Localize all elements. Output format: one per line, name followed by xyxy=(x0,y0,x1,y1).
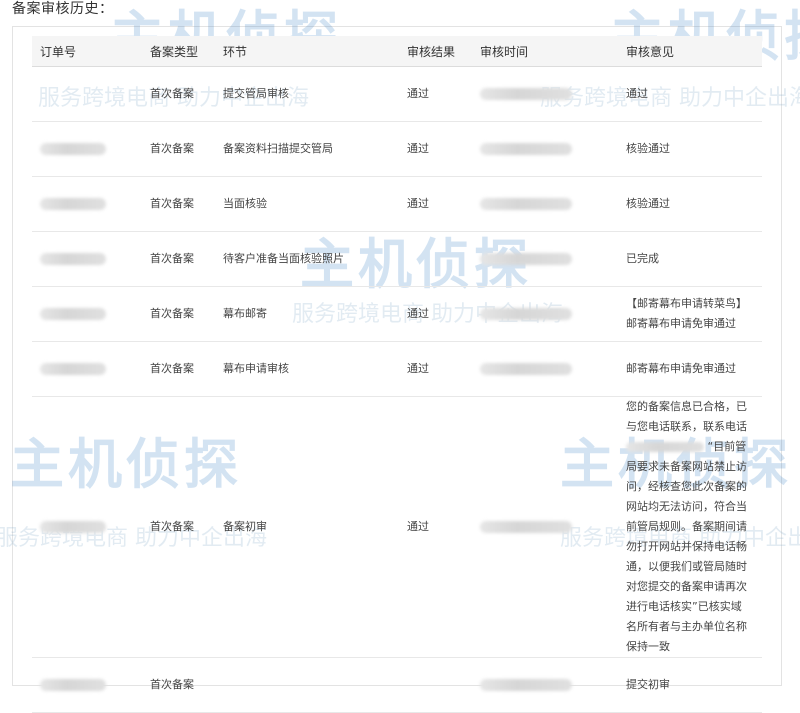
order-cell xyxy=(32,657,142,713)
table-row: 首次备案 备案初审 通过 您的备案信息已合格，已与您电话联系，联系电话 “目前管… xyxy=(32,396,762,658)
redacted-time xyxy=(480,308,572,320)
redacted-time xyxy=(480,198,572,210)
opinion-cell: 邮寄幕布申请免审通过 xyxy=(618,341,762,397)
column-header-order: 订单号 xyxy=(32,36,142,67)
opinion-cell: 通过 xyxy=(618,66,762,122)
time-cell xyxy=(472,231,618,287)
redacted-order xyxy=(40,521,106,533)
order-cell xyxy=(32,121,142,177)
column-header-opinion: 审核意见 xyxy=(618,36,762,67)
redacted-time xyxy=(480,88,572,100)
opinion-cell: 您的备案信息已合格，已与您电话联系，联系电话 “目前管局要求未备案网站禁止访问，… xyxy=(618,396,762,658)
redacted-order xyxy=(40,198,106,210)
table-row: 首次备案 幕布申请审核 通过 邮寄幕布申请免审通过 xyxy=(32,341,762,397)
type-cell: 首次备案 xyxy=(142,657,215,713)
time-cell xyxy=(472,286,618,342)
time-cell xyxy=(472,66,618,122)
opinion-text-part2: “目前管局要求未备案网站禁止访问，经核查您此次备案的网站均无法访问，符合当前管局… xyxy=(626,440,747,653)
result-cell xyxy=(399,657,472,713)
result-cell: 通过 xyxy=(399,66,472,122)
redacted-time xyxy=(480,143,572,155)
column-header-type: 备案类型 xyxy=(142,36,215,67)
table-row: 首次备案 幕布邮寄 通过 【邮寄幕布申请转菜鸟】邮寄幕布申请免审通过 xyxy=(32,286,762,342)
time-cell xyxy=(472,176,618,232)
opinion-cell: 【邮寄幕布申请转菜鸟】邮寄幕布申请免审通过 xyxy=(618,286,762,342)
step-cell: 当面核验 xyxy=(215,176,399,232)
table-row: 首次备案 提交管局审核 通过 通过 xyxy=(32,66,762,122)
step-cell xyxy=(215,657,399,713)
column-header-result: 审核结果 xyxy=(399,36,472,67)
opinion-text-part1: 您的备案信息已合格，已与您电话联系，联系电话 xyxy=(626,400,747,433)
order-cell xyxy=(32,341,142,397)
table-header-row: 订单号 备案类型 环节 审核结果 审核时间 审核意见 xyxy=(32,36,762,67)
time-cell xyxy=(472,396,618,658)
redacted-phone xyxy=(626,442,704,452)
time-cell xyxy=(472,657,618,713)
result-cell: 通过 xyxy=(399,286,472,342)
type-cell: 首次备案 xyxy=(142,286,215,342)
redacted-time xyxy=(480,253,572,265)
table-row: 首次备案 待客户准备当面核验照片 已完成 xyxy=(32,231,762,287)
column-header-step: 环节 xyxy=(215,36,399,67)
opinion-cell: 已完成 xyxy=(618,231,762,287)
result-cell: 通过 xyxy=(399,341,472,397)
redacted-order xyxy=(40,143,106,155)
step-cell: 备案资料扫描提交管局 xyxy=(215,121,399,177)
type-cell: 首次备案 xyxy=(142,341,215,397)
step-cell: 幕布申请审核 xyxy=(215,341,399,397)
table-row: 首次备案 当面核验 通过 核验通过 xyxy=(32,176,762,232)
step-cell: 待客户准备当面核验照片 xyxy=(215,231,399,287)
redacted-time xyxy=(480,363,572,375)
order-cell xyxy=(32,286,142,342)
opinion-cell: 核验通过 xyxy=(618,121,762,177)
type-cell: 首次备案 xyxy=(142,176,215,232)
result-cell: 通过 xyxy=(399,176,472,232)
type-cell: 首次备案 xyxy=(142,396,215,658)
order-cell xyxy=(32,396,142,658)
opinion-cell: 核验通过 xyxy=(618,176,762,232)
result-cell xyxy=(399,231,472,287)
type-cell: 首次备案 xyxy=(142,121,215,177)
type-cell: 首次备案 xyxy=(142,231,215,287)
step-cell: 提交管局审核 xyxy=(215,66,399,122)
step-cell: 幕布邮寄 xyxy=(215,286,399,342)
result-cell: 通过 xyxy=(399,396,472,658)
column-header-time: 审核时间 xyxy=(472,36,618,67)
history-table: 订单号 备案类型 环节 审核结果 审核时间 审核意见 首次备案 提交管局审核 通… xyxy=(32,36,762,713)
result-cell: 通过 xyxy=(399,121,472,177)
time-cell xyxy=(472,341,618,397)
opinion-cell: 提交初审 xyxy=(618,657,762,713)
redacted-time xyxy=(480,679,572,691)
redacted-time xyxy=(480,521,572,533)
redacted-order xyxy=(40,679,106,691)
redacted-order xyxy=(40,363,106,375)
redacted-order xyxy=(40,253,106,265)
step-cell: 备案初审 xyxy=(215,396,399,658)
type-cell: 首次备案 xyxy=(142,66,215,122)
table-row: 首次备案 备案资料扫描提交管局 通过 核验通过 xyxy=(32,121,762,177)
time-cell xyxy=(472,121,618,177)
order-cell xyxy=(32,231,142,287)
redacted-order xyxy=(40,308,106,320)
section-title: 备案审核历史： xyxy=(12,1,114,17)
table-row: 首次备案 提交初审 xyxy=(32,657,762,713)
order-cell xyxy=(32,66,142,122)
order-cell xyxy=(32,176,142,232)
